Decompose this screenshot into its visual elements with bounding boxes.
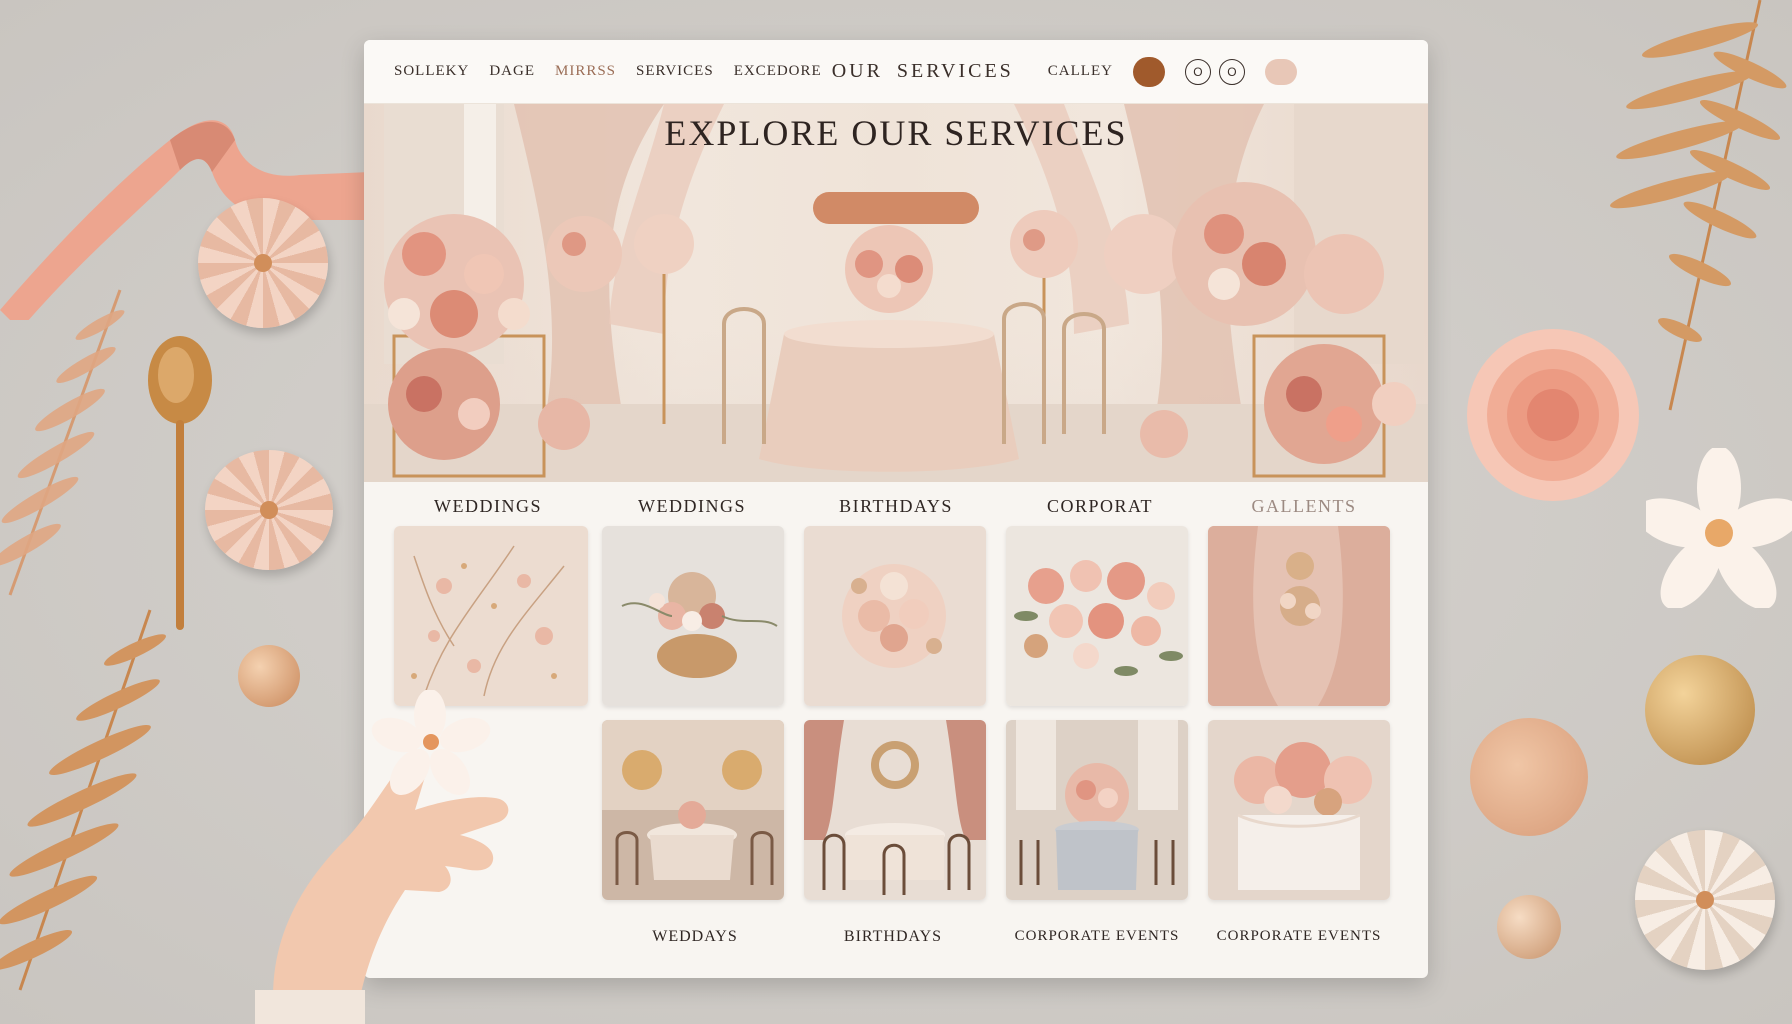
gold-bauble (1645, 655, 1755, 765)
category-weddings-2[interactable]: WEDDINGS (597, 496, 787, 526)
hero-cta-button[interactable] (813, 192, 979, 224)
label-corporate-events-2[interactable]: CORPORATE EVENTS (1202, 928, 1396, 945)
nav-item-our[interactable]: OUR (832, 60, 883, 83)
tile-floral-wall[interactable] (394, 526, 588, 706)
nav-circle-icon-2[interactable]: O (1218, 58, 1245, 85)
white-flower-icon (1646, 448, 1792, 608)
category-weddings[interactable]: WEDDINGS (393, 496, 583, 526)
hero-banner: EXPLORE OUR SERVICES (364, 104, 1428, 482)
tile-birthday-tables[interactable] (804, 720, 986, 900)
top-navigation: SOLLEKY DAGE MIRRSS SERVICES EXCEDORE OU… (364, 40, 1428, 104)
hero-title: EXPLORE OUR SERVICES (664, 113, 1128, 153)
nav-circle-icon-1[interactable]: O (1184, 58, 1211, 85)
tile-banquet-hall[interactable] (602, 720, 784, 900)
label-birthdays[interactable]: BIRTHDAYS (798, 928, 988, 946)
tile-corporate-table[interactable] (1006, 720, 1188, 900)
nav-item-mirrss[interactable]: MIRRSS (555, 63, 616, 80)
nav-action-button[interactable] (1132, 56, 1165, 87)
nav-item-calley[interactable]: CALLEY (1048, 63, 1113, 80)
label-weddays[interactable]: WEDDAYS (600, 928, 790, 946)
tile-bouquet[interactable] (804, 526, 986, 706)
category-gallery[interactable]: GALLENTS (1209, 496, 1399, 526)
nav-item-dage[interactable]: DAGE (489, 63, 535, 80)
tile-curtain-florals[interactable] (1208, 526, 1390, 706)
hand-holding-flower (255, 690, 509, 1024)
tile-table-centerpiece[interactable] (602, 526, 784, 706)
gold-spoon (148, 336, 212, 630)
nav-secondary-button[interactable] (1264, 58, 1297, 85)
nav-item-solleky[interactable]: SOLLEKY (394, 63, 469, 80)
label-corporate-events[interactable]: CORPORATE EVENTS (1000, 928, 1194, 945)
category-birthdays[interactable]: BIRTHDAYS (801, 496, 991, 526)
gold-bauble (1497, 895, 1561, 959)
nav-item-services-large[interactable]: SERVICES (897, 60, 1014, 83)
paper-fan-ornament (205, 450, 333, 570)
copper-bauble (1470, 718, 1588, 836)
category-labels: WEDDINGS WEDDINGS BIRTHDAYS CORPORAT GAL… (364, 482, 1428, 526)
copper-fern-icon (0, 289, 125, 596)
tile-rose-arrangement[interactable] (1006, 526, 1188, 706)
nav-item-services[interactable]: SERVICES (636, 63, 714, 80)
hero-venue-scene (364, 104, 1428, 482)
tile-floral-table[interactable] (1208, 720, 1390, 900)
paper-fan-ornament (198, 198, 328, 328)
paper-fan-ornament (1635, 830, 1775, 970)
peach-rose-icon (1467, 329, 1639, 501)
gold-fern-icon (0, 609, 166, 991)
category-corporate[interactable]: CORPORAT (1005, 496, 1195, 526)
nav-item-excedore[interactable]: EXCEDORE (734, 63, 822, 80)
